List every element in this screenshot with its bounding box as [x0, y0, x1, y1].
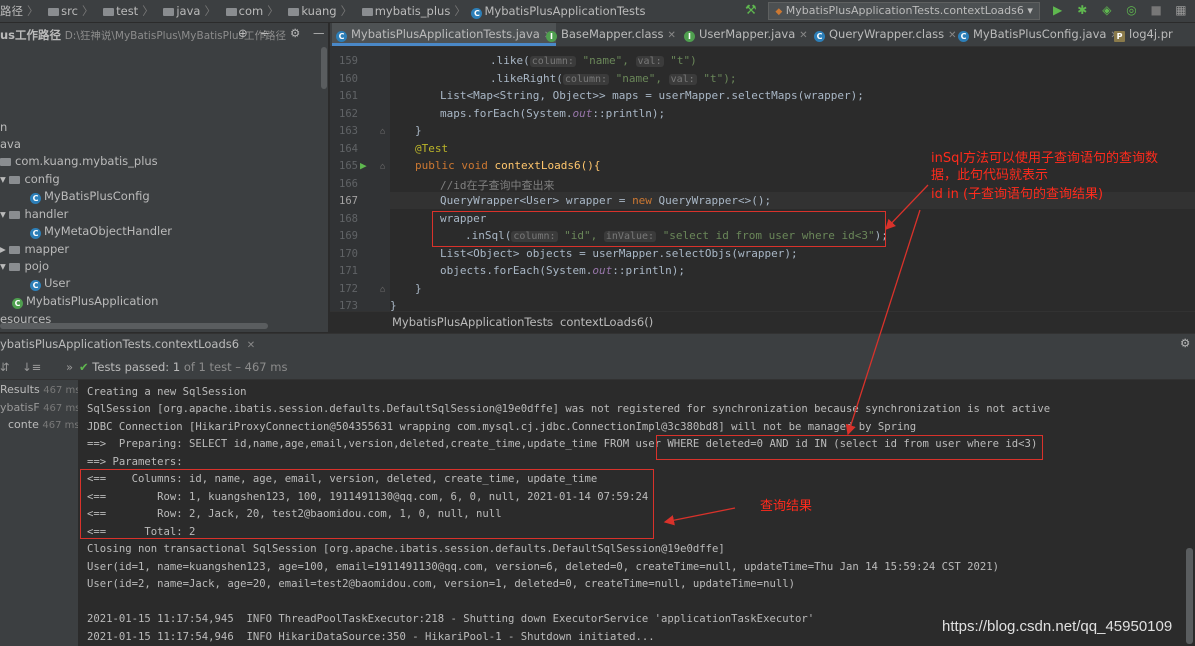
- arrow-to-result: [663, 507, 736, 526]
- arrow-to-code: [885, 184, 929, 230]
- arrow-to-sql: [845, 209, 921, 436]
- annotation-arrows: [663, 184, 929, 526]
- watermark: https://blog.csdn.net/qq_45950109: [942, 618, 1173, 635]
